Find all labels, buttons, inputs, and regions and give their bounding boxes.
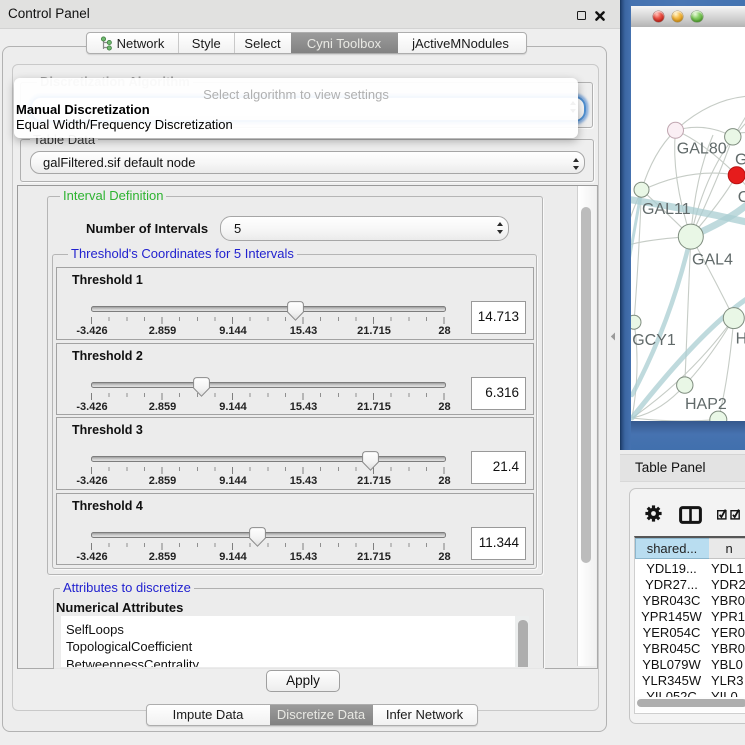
svg-text:GAL80: GAL80 [677, 141, 727, 158]
svg-text:HAP2: HAP2 [685, 396, 727, 413]
svg-text:GAL11: GAL11 [642, 201, 691, 218]
svg-text:H: H [736, 331, 745, 348]
svg-text:GAL4: GAL4 [692, 252, 733, 269]
svg-text:GCY1: GCY1 [632, 332, 676, 349]
svg-text:GA: GA [735, 152, 745, 169]
svg-text:C: C [738, 189, 745, 206]
